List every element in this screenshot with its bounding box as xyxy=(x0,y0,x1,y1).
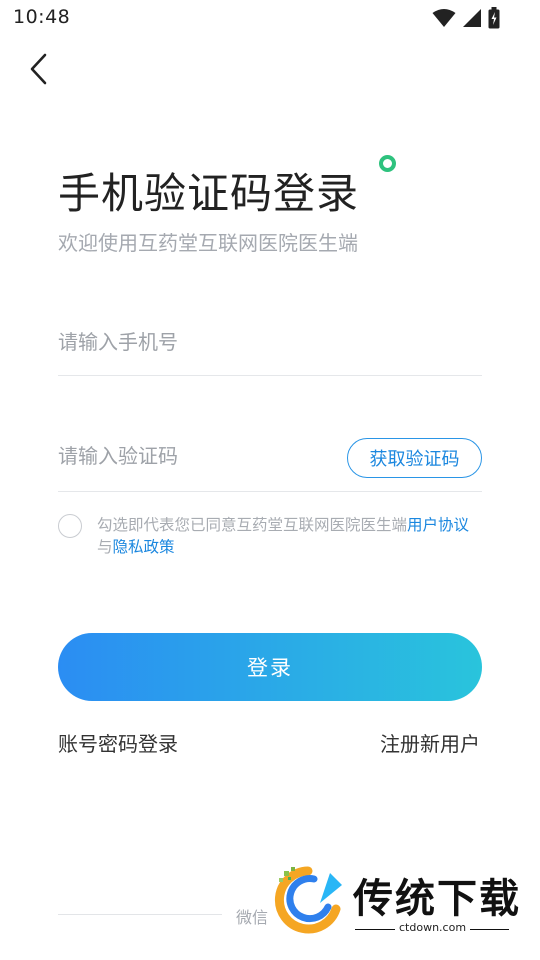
password-login-link[interactable]: 账号密码登录 xyxy=(58,728,178,757)
privacy-policy-link[interactable]: 隐私政策 xyxy=(113,538,175,556)
watermark-name: 传统下载 xyxy=(353,876,521,922)
phone-field-row xyxy=(58,322,482,376)
signal-icon xyxy=(463,9,481,27)
title-decoration-dot xyxy=(379,155,396,172)
status-bar: 10:48 xyxy=(0,0,540,38)
bottom-divider xyxy=(58,914,222,915)
wifi-icon xyxy=(432,9,456,27)
agreement-prefix: 勾选即代表您已同意互药堂互联网医院医生端 xyxy=(97,516,408,534)
register-link[interactable]: 注册新用户 xyxy=(380,728,480,757)
watermark-logo-icon xyxy=(274,866,342,934)
status-icons xyxy=(432,7,500,29)
code-field-row: 获取验证码 xyxy=(58,436,482,492)
agreement-checkbox[interactable] xyxy=(58,514,82,538)
watermark: 传统下载 ctdown.com xyxy=(265,860,520,940)
agreement-conjunction: 与 xyxy=(97,538,113,556)
verification-code-input[interactable] xyxy=(58,436,338,476)
page-title: 手机验证码登录 xyxy=(58,169,360,218)
watermark-url: ctdown.com xyxy=(395,921,471,934)
battery-icon xyxy=(488,7,500,29)
wechat-login-label[interactable]: 微信 xyxy=(236,904,268,928)
chevron-left-icon xyxy=(30,53,47,85)
phone-input[interactable] xyxy=(58,322,338,362)
back-button[interactable] xyxy=(24,50,58,88)
user-agreement-link[interactable]: 用户协议 xyxy=(407,516,469,534)
login-button[interactable]: 登录 xyxy=(58,633,482,701)
get-code-button[interactable]: 获取验证码 xyxy=(347,438,482,478)
status-time: 10:48 xyxy=(13,6,71,28)
page-subtitle: 欢迎使用互药堂互联网医院医生端 xyxy=(58,231,358,255)
agreement-text: 勾选即代表您已同意互药堂互联网医院医生端用户协议与隐私政策 xyxy=(97,514,482,558)
